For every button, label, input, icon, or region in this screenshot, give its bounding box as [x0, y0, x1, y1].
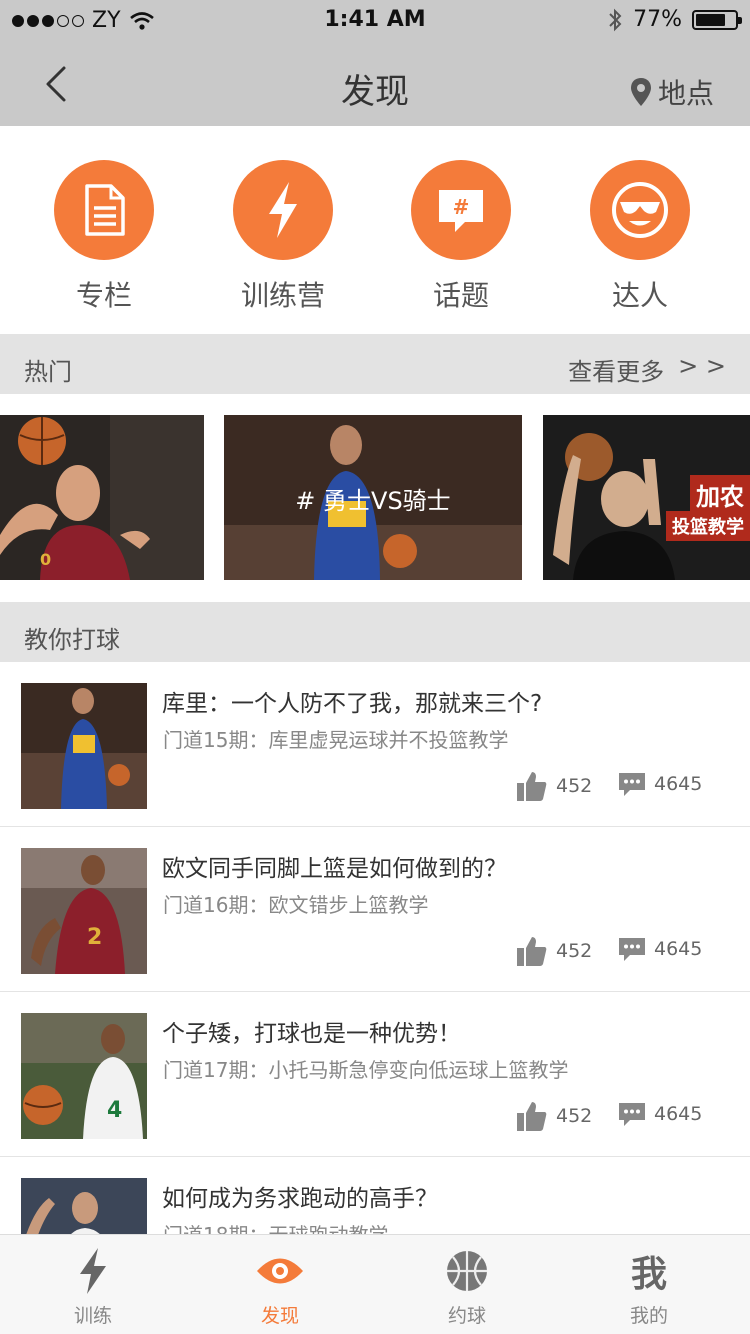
thumbnail: 2	[21, 848, 147, 974]
section-title: 教你打球	[24, 626, 120, 654]
tab-label: 约球	[447, 1305, 486, 1327]
category-label: 达人	[611, 279, 668, 312]
category-topics[interactable]: # 话题	[391, 160, 531, 314]
category-training-camp[interactable]: 训练营	[213, 160, 353, 314]
category-experts[interactable]: 达人	[570, 160, 710, 314]
nav-bar: 发现 地点	[0, 40, 750, 126]
category-column[interactable]: 专栏	[34, 160, 174, 314]
comment-bubble-icon	[619, 1103, 645, 1126]
hot-section-header: 热门 查看更多 > >	[0, 334, 750, 394]
player-photo: 0	[0, 415, 204, 580]
like-button[interactable]: 452	[516, 935, 592, 967]
item-subtitle: 门道18期：无球跑动教学	[163, 1219, 388, 1234]
battery-fill	[696, 13, 725, 26]
tab-bar: 训练 发现 约球 我 我的	[0, 1234, 750, 1334]
like-count: 452	[556, 775, 593, 797]
item-subtitle: 门道17期：小托马斯急停变向低运球上篮教学	[163, 1058, 569, 1082]
thumbnail: 4	[21, 1013, 147, 1139]
svg-text:4: 4	[107, 1098, 122, 1123]
comment-count: 4645	[654, 773, 703, 795]
battery-icon	[692, 9, 742, 30]
thumbs-up-icon	[517, 937, 547, 966]
comment-button[interactable]: 4645	[618, 1100, 702, 1128]
category-label: 训练营	[240, 279, 325, 312]
bluetooth-icon	[609, 8, 622, 31]
category-bar: 专栏 训练营 # 话题 达人	[0, 126, 750, 334]
promo-title: 加农	[690, 475, 750, 514]
item-title: 个子矮，打球也是一种优势！	[162, 1021, 461, 1047]
like-button[interactable]: 452	[516, 770, 592, 802]
thumbs-up-icon	[517, 1102, 547, 1131]
comment-bubble-icon	[619, 773, 645, 796]
comment-count: 4645	[654, 1103, 703, 1125]
comment-button[interactable]: 4645	[618, 935, 702, 963]
like-count: 452	[556, 1105, 593, 1127]
item-title: 如何成为务求跑动的高手？	[162, 1186, 438, 1212]
hot-card-topic[interactable]: # 勇士VS骑士	[224, 415, 522, 580]
comment-button[interactable]: 4645	[618, 770, 702, 798]
topic-tag: # 勇士VS骑士	[295, 487, 451, 515]
category-label: 话题	[432, 279, 489, 312]
battery-percent: 77%	[633, 7, 682, 32]
eye-icon	[257, 1258, 303, 1284]
tab-training[interactable]: 训练	[33, 1247, 153, 1328]
category-icon-circle	[590, 160, 690, 260]
lightning-icon	[80, 1248, 106, 1294]
chevron-right-icon: > >	[678, 352, 726, 380]
comment-bubble-icon	[619, 938, 645, 961]
hot-carousel: 0 # 勇士VS骑士 加农 投篮教学	[0, 394, 750, 602]
status-right: 77%	[607, 7, 742, 32]
tab-meetup[interactable]: 约球	[407, 1247, 527, 1328]
sunglasses-face-icon	[612, 182, 668, 238]
item-subtitle: 门道16期：欧文错步上篮教学	[163, 893, 429, 917]
tab-label: 我的	[629, 1305, 668, 1327]
category-label: 专栏	[75, 279, 132, 312]
list-item[interactable]: 2 欧文同手同脚上篮是如何做到的？ 门道16期：欧文错步上篮教学 452 464…	[0, 827, 750, 992]
section-title: 热门	[24, 358, 72, 386]
location-button[interactable]: 地点	[630, 72, 714, 112]
list-item[interactable]: 4 个子矮，打球也是一种优势！ 门道17期：小托马斯急停变向低运球上篮教学 45…	[0, 992, 750, 1157]
location-pin-icon	[630, 78, 651, 106]
like-count: 452	[556, 940, 593, 962]
like-button[interactable]: 452	[516, 1100, 592, 1132]
promo-subtitle: 投篮教学	[666, 511, 750, 541]
hashtag-bubble-icon: #	[439, 190, 483, 232]
status-bar: ZY 1:41 AM 77%	[0, 0, 750, 40]
basketball-icon	[447, 1251, 487, 1291]
comment-count: 4645	[654, 938, 703, 960]
hot-card-promo[interactable]: 加农 投篮教学	[543, 415, 750, 580]
item-subtitle: 门道15期：库里虚晃运球并不投篮教学	[163, 728, 509, 752]
category-icon-circle	[54, 160, 154, 260]
list-item[interactable]: 库里：一个人防不了我，那就来三个? 门道15期：库里虚晃运球并不投篮教学 452…	[0, 662, 750, 827]
item-title: 欧文同手同脚上篮是如何做到的？	[162, 856, 507, 882]
tab-discover[interactable]: 发现	[220, 1247, 340, 1328]
svg-text:#: #	[453, 195, 470, 219]
category-icon-circle	[233, 160, 333, 260]
item-title: 库里：一个人防不了我，那就来三个?	[162, 691, 543, 717]
lesson-list: 库里：一个人防不了我，那就来三个? 门道15期：库里虚晃运球并不投篮教学 452…	[0, 662, 750, 1234]
category-icon-circle: #	[411, 160, 511, 260]
document-icon	[85, 184, 125, 236]
hot-card-player[interactable]: 0	[0, 415, 204, 580]
thumbs-up-icon	[517, 772, 547, 801]
tab-me[interactable]: 我 我的	[589, 1247, 709, 1328]
tab-label: 发现	[260, 1305, 299, 1327]
see-more-label: 查看更多	[568, 358, 665, 386]
thumbnail	[21, 683, 147, 809]
lightning-icon	[269, 182, 297, 238]
tab-label: 训练	[73, 1305, 112, 1327]
see-more-link[interactable]: 查看更多 > >	[568, 352, 726, 387]
list-item[interactable]: 如何成为务求跑动的高手？ 门道18期：无球跑动教学	[0, 1157, 750, 1234]
teach-section-header: 教你打球	[0, 602, 750, 662]
thumbnail	[21, 1178, 147, 1234]
svg-text:0: 0	[40, 550, 51, 569]
me-icon: 我	[630, 1254, 667, 1295]
location-label: 地点	[657, 77, 714, 110]
svg-text:2: 2	[87, 925, 102, 950]
